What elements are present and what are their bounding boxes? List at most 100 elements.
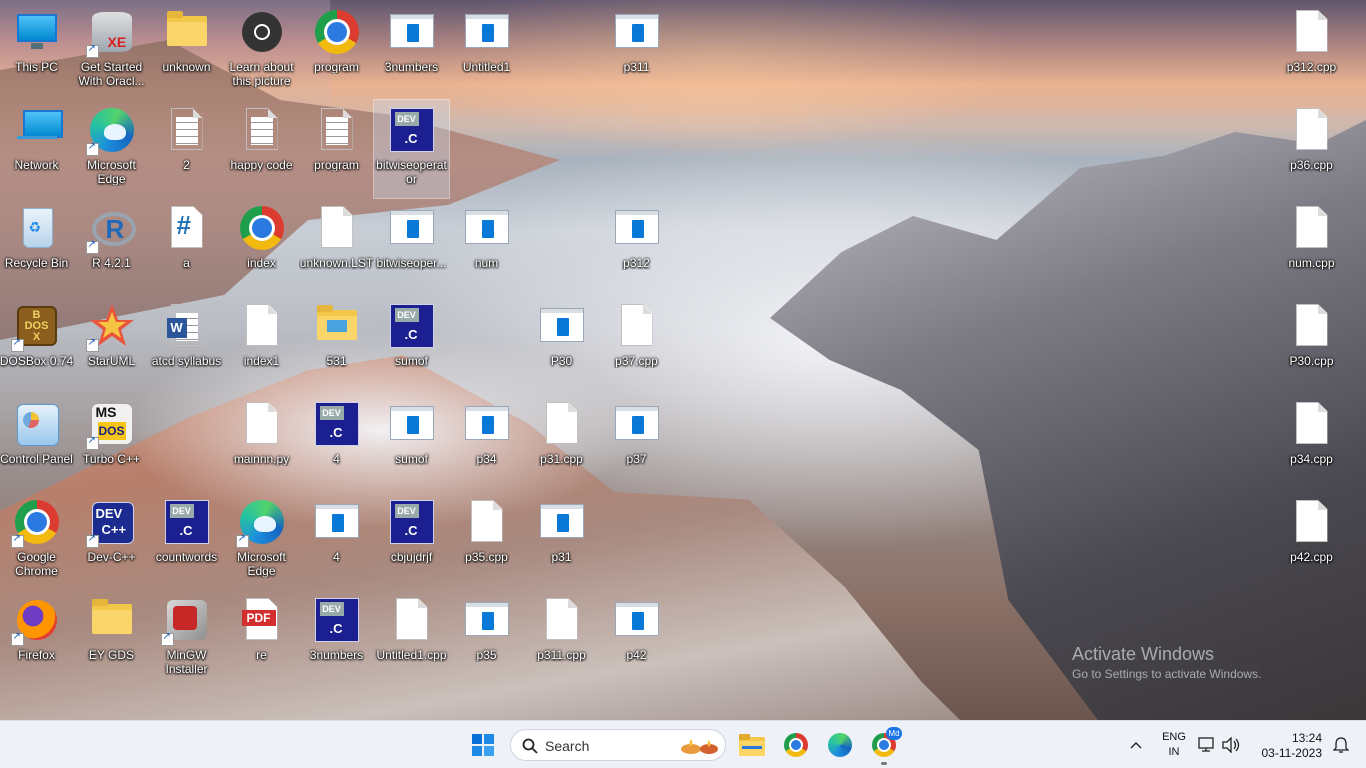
language-indicator[interactable]: ENG IN — [1156, 729, 1192, 761]
desktop-icon-firefox[interactable]: Firefox — [0, 590, 74, 688]
desktop-icon-a[interactable]: # a — [149, 198, 224, 296]
watermark-title: Activate Windows — [1072, 644, 1215, 664]
desktop-icon-r-4-2-1[interactable]: R R 4.2.1 — [74, 198, 149, 296]
desktop-icon-p42[interactable]: p42 — [599, 590, 674, 688]
desktop-icon-program[interactable]: program — [299, 2, 374, 100]
taskbar-edge[interactable] — [822, 727, 858, 763]
desktop-icon-p34[interactable]: p34 — [449, 394, 524, 492]
desktop-icon-p34-cpp[interactable]: p34.cpp — [1274, 394, 1349, 492]
desktop-icon-unknown-lst[interactable]: unknown.LST — [299, 198, 374, 296]
desktop-icon-p37-cpp[interactable]: p37.cpp — [599, 296, 674, 394]
desktop-icon-this-pc[interactable]: This PC — [0, 2, 74, 100]
taskbar-chrome[interactable] — [778, 727, 814, 763]
desktop-icon-2[interactable]: 2 — [149, 100, 224, 198]
desktop-icon-p30-cpp[interactable]: P30.cpp — [1274, 296, 1349, 394]
desktop-icon-p36-cpp[interactable]: p36.cpp — [1274, 100, 1349, 198]
desktop-icon-label: 3numbers — [384, 60, 439, 74]
devc-icon: DEV .C — [388, 106, 436, 154]
desktop-icon-label: p311 — [623, 60, 650, 74]
folderimg-icon — [313, 302, 361, 350]
taskbar-chrome-profile[interactable]: Md — [866, 727, 902, 765]
winapp-icon — [463, 596, 511, 644]
desktop-icon-p311-cpp[interactable]: p311.cpp — [524, 590, 599, 688]
start-button[interactable] — [465, 727, 501, 763]
camera-icon — [238, 8, 286, 56]
desktop-icon-index1[interactable]: index1 — [224, 296, 299, 394]
notifications-button[interactable] — [1330, 727, 1352, 763]
devc-icon: DEV .C — [388, 498, 436, 546]
desktop-icon-p35[interactable]: p35 — [449, 590, 524, 688]
desktop-icon-num[interactable]: num — [449, 198, 524, 296]
desktop-icon-label: StarUML — [87, 354, 136, 368]
desktop-icon-countwords[interactable]: DEV .C countwords — [149, 492, 224, 590]
clock-date: 03-11-2023 — [1261, 746, 1323, 760]
desktop-icon-label: 2 — [183, 158, 190, 172]
desktop-icon-531[interactable]: 531 — [299, 296, 374, 394]
desktop-icon-mingw-installer[interactable]: MinGW Installer — [149, 590, 224, 688]
desktop-icon-label: a — [183, 256, 190, 270]
desktop-icon-4[interactable]: 4 — [299, 492, 374, 590]
devc-icon: DEV .C — [163, 498, 211, 546]
desktop-icon-google-chrome[interactable]: Google Chrome — [0, 492, 74, 590]
desktop-icon-cbjujdrjf[interactable]: DEV .C cbjujdrjf — [374, 492, 449, 590]
desktop-icon-turbo-c[interactable]: MSDOS Turbo C++ — [74, 394, 149, 492]
desktop-icon-mainnn-py[interactable]: mainnn.py — [224, 394, 299, 492]
taskbar-file-explorer[interactable] — [734, 727, 770, 763]
desktop-icon-label: p311.cpp — [537, 648, 586, 662]
desktop-icon-staruml[interactable]: StarUML — [74, 296, 149, 394]
desktop-icon-4[interactable]: DEV .C 4 — [299, 394, 374, 492]
desktop-icon-p37[interactable]: p37 — [599, 394, 674, 492]
desktop-icon-program[interactable]: program — [299, 100, 374, 198]
desktop-icon-label: Firefox — [18, 648, 55, 662]
desktop-icon-sumof[interactable]: sumof — [374, 394, 449, 492]
clock[interactable]: 13:24 03-11-2023 — [1254, 729, 1330, 761]
network-status[interactable] — [1196, 727, 1218, 763]
desktop-icon-happy-code[interactable]: happy code — [224, 100, 299, 198]
shortcut-arrow-icon — [85, 435, 99, 450]
desktop-icon-sumof[interactable]: DEV .C sumof — [374, 296, 449, 394]
desktop-icon-p35-cpp[interactable]: p35.cpp — [449, 492, 524, 590]
desktop-icon-re[interactable]: PDF re — [224, 590, 299, 688]
taskbar-search-box[interactable]: Search — [510, 729, 726, 761]
desktop-icon-get-started-with-oracl[interactable]: XEGet Started With Oracl... — [74, 2, 149, 100]
desktop-icon-dosbox-0-74[interactable]: BDOSX DOSBox 0.74 — [0, 296, 74, 394]
desktop-icon-label: p31.cpp — [540, 452, 583, 466]
shortcut-arrow-icon — [10, 337, 24, 352]
winapp-icon — [463, 400, 511, 448]
volume-control[interactable] — [1220, 727, 1242, 763]
desktop-icon-p312[interactable]: p312 — [599, 198, 674, 296]
desktop-icon-microsoft-edge[interactable]: Microsoft Edge — [74, 100, 149, 198]
desktop-icon-3numbers[interactable]: DEV .C 3numbers — [299, 590, 374, 688]
desktop-icon-p42-cpp[interactable]: p42.cpp — [1274, 492, 1349, 590]
desktop-icon-ey-gds[interactable]: EY GDS — [74, 590, 149, 688]
desktop-icon-network[interactable]: Network — [0, 100, 74, 198]
desktop-icon-dev-c[interactable]: DEVC++ Dev-C++ — [74, 492, 149, 590]
desktop-icon-label: 3numbers — [309, 648, 364, 662]
desktop-icon-control-panel[interactable]: Control Panel — [0, 394, 74, 492]
desktop-icon-bitwiseoper[interactable]: bitwiseoper... — [374, 198, 449, 296]
desktop-icon-unknown[interactable]: unknown — [149, 2, 224, 100]
desktop-icon-p311[interactable]: p311 — [599, 2, 674, 100]
desktop-icon-microsoft-edge[interactable]: Microsoft Edge — [224, 492, 299, 590]
desktop-icon-label: cbjujdrjf — [390, 550, 433, 564]
desktop-icon-num-cpp[interactable]: num.cpp — [1274, 198, 1349, 296]
desktop-icon-p30[interactable]: P30 — [524, 296, 599, 394]
show-hidden-icons-button[interactable] — [1118, 727, 1154, 763]
desktop-icon-index[interactable]: index — [224, 198, 299, 296]
search-icon — [522, 738, 538, 754]
winapp-icon — [613, 400, 661, 448]
desktop-icon-untitled1[interactable]: Untitled1 — [449, 2, 524, 100]
desktop-icon-recycle-bin[interactable]: ♻ Recycle Bin — [0, 198, 74, 296]
winapp-icon — [613, 8, 661, 56]
desktop-icon-learn-about-this-picture[interactable]: Learn about this picture — [224, 2, 299, 100]
desktop-icon-p31[interactable]: p31 — [524, 492, 599, 590]
desktop-icon-p312-cpp[interactable]: p312.cpp — [1274, 2, 1349, 100]
search-highlight-diya-icon — [681, 739, 718, 754]
desktop-icon-p31-cpp[interactable]: p31.cpp — [524, 394, 599, 492]
mingw-icon — [160, 596, 211, 646]
desktop-icon-3numbers[interactable]: 3numbers — [374, 2, 449, 100]
desktop-icon-atcd-syllabus[interactable]: Watcd syllabus — [149, 296, 224, 394]
desktop-icon-untitled1-cpp[interactable]: Untitled1.cpp — [374, 590, 449, 688]
devc-icon: DEV .C — [313, 596, 361, 644]
desktop-icon-bitwiseoperator[interactable]: DEV .C bitwiseoperator — [373, 99, 450, 199]
